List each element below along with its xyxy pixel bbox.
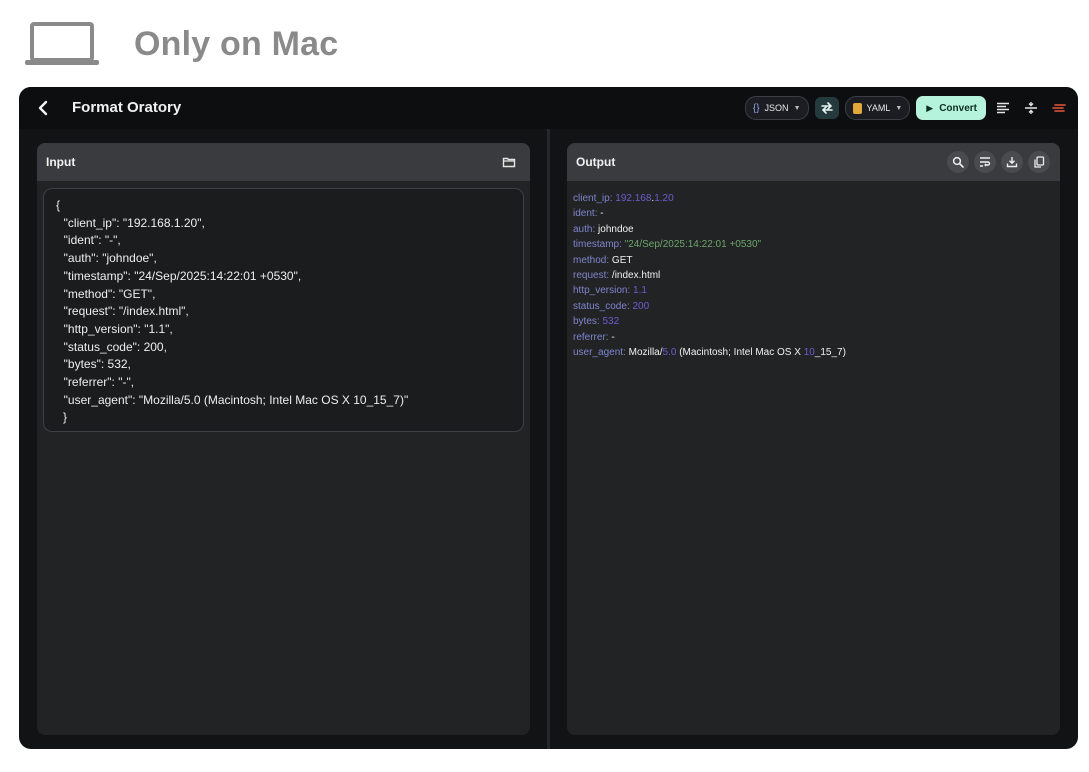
source-format-label: JSON <box>764 103 789 113</box>
caret-down-icon: ▼ <box>895 104 903 112</box>
toolbar: {} JSON ▼ YAML ▼ ▶ Convert <box>744 96 1070 120</box>
split-view-button[interactable] <box>1020 97 1042 119</box>
input-code-line: "user_agent": "Mozilla/5.0 (Macintosh; I… <box>57 392 409 407</box>
output-yaml-line: client_ip: 192.168.1.20 <box>573 191 1054 206</box>
top-bar: Format Oratory {} JSON ▼ YAML ▼ ▶ Conver <box>19 87 1078 129</box>
convert-button[interactable]: ▶ Convert <box>916 96 986 120</box>
yaml-key: ident <box>573 208 595 220</box>
input-code-line: } <box>63 410 68 425</box>
app-window: Format Oratory {} JSON ▼ YAML ▼ ▶ Conver <box>19 87 1078 749</box>
output-viewer[interactable]: client_ip: 192.168.1.20 ident: - auth: joh… <box>573 191 1054 360</box>
target-format-label: YAML <box>866 103 891 113</box>
open-folder-button[interactable] <box>498 151 520 173</box>
output-yaml-line: user_agent: Mozilla/5.0 (Macintosh; Inte… <box>573 345 1054 360</box>
input-code-line: "ident": "-", <box>57 233 121 248</box>
only-on-mac-banner: Only on Mac <box>24 14 338 74</box>
yaml-key: client_ip <box>573 193 610 204</box>
download-icon <box>1006 157 1018 168</box>
yaml-key: http_version <box>573 285 628 297</box>
chevron-left-icon <box>38 100 48 116</box>
app-title: Format Oratory <box>72 99 182 116</box>
caret-down-icon: ▼ <box>793 104 801 112</box>
yaml-value: Mozilla/ <box>628 346 663 358</box>
input-code-line: "method": "GET", <box>57 286 156 301</box>
yaml-value: GET <box>611 254 633 266</box>
output-yaml-line: status_code: 200 <box>573 299 1054 314</box>
copy-button[interactable] <box>1028 151 1050 173</box>
output-yaml-line: request: /index.html <box>573 268 1054 283</box>
input-code-line: "client_ip": "192.168.1.20", <box>57 215 205 230</box>
output-panel-header: Output <box>567 143 1060 181</box>
laptop-icon <box>25 22 99 65</box>
wrap-lines-button[interactable] <box>974 151 996 173</box>
input-code-line: { <box>56 198 61 212</box>
input-panel: Input { "client_ip": "192.168.1.20", "id… <box>37 143 530 735</box>
back-button[interactable] <box>33 98 53 118</box>
yaml-value: johndoe <box>598 223 634 235</box>
swap-arrows-icon <box>820 102 833 114</box>
source-format-select[interactable]: {} JSON ▼ <box>744 96 809 120</box>
output-panel-title: Output <box>576 155 616 169</box>
yaml-key: timestamp <box>573 239 620 251</box>
yaml-value: (Macintosh; Intel Mac OS X <box>676 346 804 358</box>
yaml-key: status_code <box>573 300 627 312</box>
yaml-value: 532 <box>602 316 620 328</box>
output-yaml-line: timestamp: "24/Sep/2025:14:22:01 +0530" <box>573 237 1054 252</box>
yaml-value: - <box>611 331 615 343</box>
input-code-line: "bytes": 532, <box>57 357 131 372</box>
output-yaml-line: auth: johndoe <box>573 222 1054 237</box>
swap-formats-button[interactable] <box>814 97 839 119</box>
yaml-value: _15_7) <box>814 346 846 358</box>
input-code-line: "request": "/index.html", <box>57 304 189 319</box>
output-yaml-line: bytes: 532 <box>573 314 1054 329</box>
yaml-value: 1.1 <box>633 285 647 297</box>
input-code-line: "status_code": 200, <box>57 339 167 354</box>
output-yaml-line: method: GET <box>573 253 1054 268</box>
split-vertical-icon <box>1025 102 1037 114</box>
braces-icon: {} <box>752 102 760 114</box>
yaml-value: /index.html <box>611 269 661 281</box>
input-code-line: "auth": "johndoe", <box>57 251 157 266</box>
align-left-button[interactable] <box>992 97 1014 119</box>
target-format-select[interactable]: YAML ▼ <box>844 96 911 120</box>
yaml-file-icon <box>852 102 862 114</box>
search-icon <box>952 156 964 168</box>
input-code-line: "timestamp": "24/Sep/2025:14:22:01 +0530… <box>57 268 302 283</box>
yaml-key: auth <box>573 223 593 235</box>
yaml-key: method <box>573 254 607 266</box>
yaml-key: request <box>573 269 607 281</box>
output-yaml-line: http_version: 1.1 <box>573 283 1054 298</box>
input-code-line: "http_version": "1.1", <box>57 321 173 336</box>
yaml-value: 192.168 <box>615 193 652 204</box>
yaml-value: "24/Sep/2025:14:22:01 +0530" <box>624 239 762 251</box>
yaml-key: bytes <box>573 316 597 328</box>
app-menu-button[interactable] <box>1048 97 1070 119</box>
banner-text: Only on Mac <box>134 24 339 63</box>
yaml-value: 10 <box>803 346 815 358</box>
input-panel-title: Input <box>46 155 76 169</box>
yaml-value: 200 <box>632 300 650 312</box>
yaml-value: 5.0 <box>662 346 677 358</box>
app-logo-icon <box>1052 104 1066 112</box>
wrap-text-icon <box>980 157 991 167</box>
search-button[interactable] <box>947 151 969 173</box>
input-panel-header: Input <box>37 143 530 181</box>
input-code-line: "referrer": "-", <box>57 375 135 389</box>
folder-icon <box>502 157 516 168</box>
yaml-value: - <box>600 208 604 220</box>
align-left-icon <box>997 102 1009 114</box>
yaml-key: user_agent <box>573 346 624 358</box>
output-panel: Output client_ip: 192.168.1.20 ident: - … <box>567 143 1060 735</box>
download-button[interactable] <box>1001 151 1023 173</box>
copy-icon <box>1034 156 1045 168</box>
play-icon: ▶ <box>926 102 934 113</box>
convert-label: Convert <box>939 102 977 114</box>
panel-divider[interactable] <box>547 129 550 749</box>
yaml-key: referrer <box>573 331 606 343</box>
yaml-value: 1.20 <box>654 193 674 204</box>
output-yaml-line: referrer: - <box>573 330 1054 345</box>
input-editor[interactable]: { "client_ip": "192.168.1.20", "ident": … <box>43 188 524 432</box>
output-yaml-line: ident: - <box>573 206 1054 221</box>
